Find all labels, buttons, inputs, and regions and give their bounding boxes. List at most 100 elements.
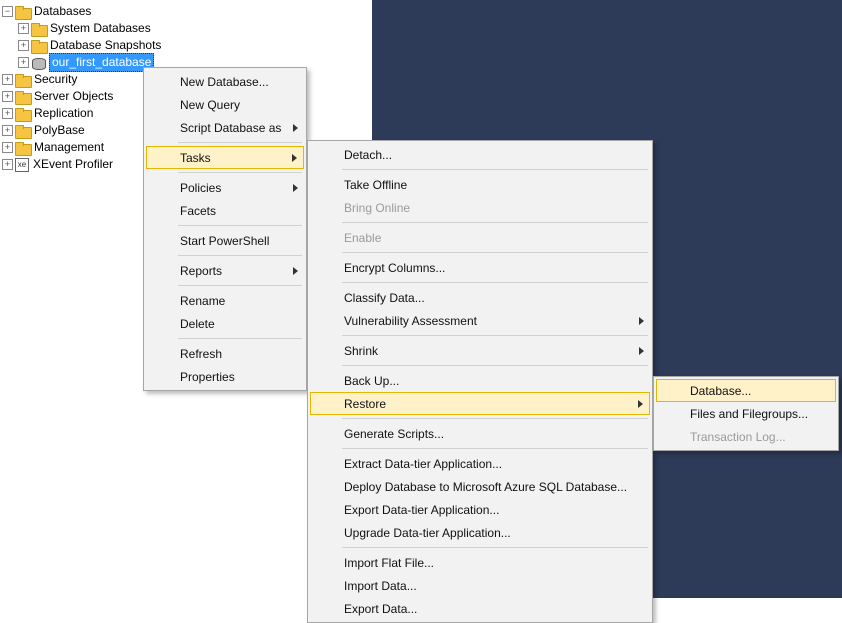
object-explorer-tree: − Databases + System Databases + Databas… — [0, 3, 161, 173]
menu-label: Back Up... — [344, 374, 399, 388]
menu-item-shrink[interactable]: Shrink — [310, 339, 650, 362]
menu-separator — [178, 142, 302, 143]
menu-item-script-database-as[interactable]: Script Database as — [146, 116, 304, 139]
expand-icon[interactable]: + — [2, 142, 13, 153]
tree-node-xevent-profiler[interactable]: + xe XEvent Profiler — [0, 156, 161, 173]
menu-label: Files and Filegroups... — [690, 407, 808, 421]
menu-item-deploy-azure[interactable]: Deploy Database to Microsoft Azure SQL D… — [310, 475, 650, 498]
tree-node-replication[interactable]: + Replication — [0, 105, 161, 122]
menu-item-classify-data[interactable]: Classify Data... — [310, 286, 650, 309]
menu-item-encrypt-columns[interactable]: Encrypt Columns... — [310, 256, 650, 279]
menu-label: Facets — [180, 204, 216, 218]
menu-item-restore[interactable]: Restore — [310, 392, 650, 415]
menu-item-extract-dta[interactable]: Extract Data-tier Application... — [310, 452, 650, 475]
tree-node-security[interactable]: + Security — [0, 71, 161, 88]
menu-label: Bring Online — [344, 201, 410, 215]
context-menu-database: New Database... New Query Script Databas… — [143, 67, 307, 391]
menu-item-reports[interactable]: Reports — [146, 259, 304, 282]
expand-icon[interactable]: + — [2, 125, 13, 136]
menu-label: Classify Data... — [344, 291, 425, 305]
menu-item-restore-database[interactable]: Database... — [656, 379, 836, 402]
menu-item-properties[interactable]: Properties — [146, 365, 304, 388]
tree-node-management[interactable]: + Management — [0, 139, 161, 156]
expand-icon[interactable]: + — [18, 23, 29, 34]
menu-item-restore-transaction-log: Transaction Log... — [656, 425, 836, 448]
menu-item-refresh[interactable]: Refresh — [146, 342, 304, 365]
menu-label: Export Data-tier Application... — [344, 503, 499, 517]
menu-label: Import Data... — [344, 579, 417, 593]
expand-icon[interactable]: + — [2, 74, 13, 85]
collapse-icon[interactable]: − — [2, 6, 13, 17]
folder-icon — [15, 125, 30, 137]
menu-item-rename[interactable]: Rename — [146, 289, 304, 312]
menu-item-bring-online: Bring Online — [310, 196, 650, 219]
menu-separator — [342, 282, 648, 283]
chevron-right-icon — [292, 154, 297, 162]
menu-label: Detach... — [344, 148, 392, 162]
menu-label: Generate Scripts... — [344, 427, 444, 441]
tree-label: XEvent Profiler — [33, 156, 113, 173]
menu-item-new-query[interactable]: New Query — [146, 93, 304, 116]
menu-separator — [342, 418, 648, 419]
menu-label: Refresh — [180, 347, 222, 361]
tree-label: Security — [34, 71, 77, 88]
menu-label: Rename — [180, 294, 225, 308]
menu-separator — [342, 169, 648, 170]
menu-label: Vulnerability Assessment — [344, 314, 477, 328]
menu-item-export-data[interactable]: Export Data... — [310, 597, 650, 620]
menu-item-vulnerability-assessment[interactable]: Vulnerability Assessment — [310, 309, 650, 332]
expand-icon[interactable]: + — [2, 91, 13, 102]
menu-label: New Query — [180, 98, 240, 112]
folder-icon — [31, 40, 46, 52]
expand-icon[interactable]: + — [2, 159, 13, 170]
tree-node-databases[interactable]: − Databases — [0, 3, 161, 20]
menu-item-detach[interactable]: Detach... — [310, 143, 650, 166]
tree-node-our-first-database[interactable]: + our_first_database — [0, 54, 161, 71]
menu-label: Extract Data-tier Application... — [344, 457, 502, 471]
menu-label: Upgrade Data-tier Application... — [344, 526, 511, 540]
menu-item-import-data[interactable]: Import Data... — [310, 574, 650, 597]
menu-item-generate-scripts[interactable]: Generate Scripts... — [310, 422, 650, 445]
expand-icon[interactable]: + — [18, 57, 29, 68]
menu-label: Export Data... — [344, 602, 417, 616]
menu-label: New Database... — [180, 75, 269, 89]
tree-label: Database Snapshots — [50, 37, 161, 54]
menu-item-export-dta[interactable]: Export Data-tier Application... — [310, 498, 650, 521]
menu-separator — [342, 448, 648, 449]
menu-item-start-powershell[interactable]: Start PowerShell — [146, 229, 304, 252]
tree-node-polybase[interactable]: + PolyBase — [0, 122, 161, 139]
context-menu-restore: Database... Files and Filegroups... Tran… — [653, 376, 839, 451]
tree-node-server-objects[interactable]: + Server Objects — [0, 88, 161, 105]
menu-item-delete[interactable]: Delete — [146, 312, 304, 335]
menu-label: Tasks — [180, 151, 211, 165]
menu-label: Enable — [344, 231, 381, 245]
menu-item-facets[interactable]: Facets — [146, 199, 304, 222]
tree-label: System Databases — [50, 20, 151, 37]
menu-item-new-database[interactable]: New Database... — [146, 70, 304, 93]
menu-item-take-offline[interactable]: Take Offline — [310, 173, 650, 196]
tree-label: Databases — [34, 3, 91, 20]
chevron-right-icon — [639, 317, 644, 325]
menu-label: Start PowerShell — [180, 234, 269, 248]
database-icon — [31, 56, 45, 70]
tree-node-system-databases[interactable]: + System Databases — [0, 20, 161, 37]
menu-item-policies[interactable]: Policies — [146, 176, 304, 199]
menu-separator — [342, 335, 648, 336]
expand-icon[interactable]: + — [18, 40, 29, 51]
menu-label: Restore — [344, 397, 386, 411]
expand-icon[interactable]: + — [2, 108, 13, 119]
menu-item-upgrade-dta[interactable]: Upgrade Data-tier Application... — [310, 521, 650, 544]
menu-label: Policies — [180, 181, 221, 195]
menu-label: Take Offline — [344, 178, 407, 192]
menu-separator — [178, 172, 302, 173]
tree-node-database-snapshots[interactable]: + Database Snapshots — [0, 37, 161, 54]
menu-label: Properties — [180, 370, 235, 384]
menu-item-tasks[interactable]: Tasks — [146, 146, 304, 169]
menu-item-restore-files-filegroups[interactable]: Files and Filegroups... — [656, 402, 836, 425]
chevron-right-icon — [638, 400, 643, 408]
menu-separator — [178, 225, 302, 226]
menu-item-back-up[interactable]: Back Up... — [310, 369, 650, 392]
menu-separator — [342, 547, 648, 548]
menu-label: Delete — [180, 317, 215, 331]
menu-item-import-flat-file[interactable]: Import Flat File... — [310, 551, 650, 574]
